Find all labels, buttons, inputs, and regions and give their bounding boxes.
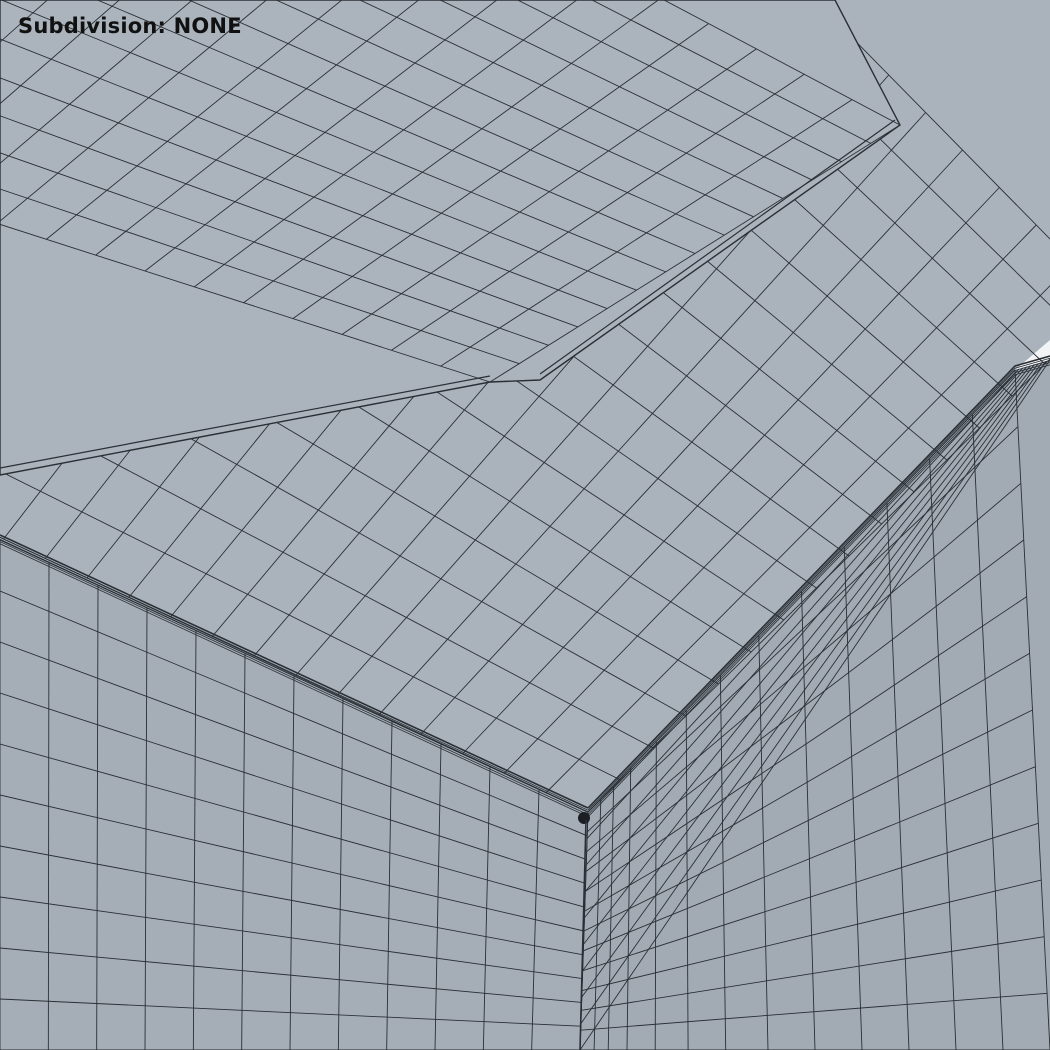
subdivision-label: Subdivision: NONE [18,14,242,38]
viewport: Subdivision: NONE [0,0,1050,1050]
corner-vertex [578,812,590,824]
wireframe-render [0,0,1050,1050]
